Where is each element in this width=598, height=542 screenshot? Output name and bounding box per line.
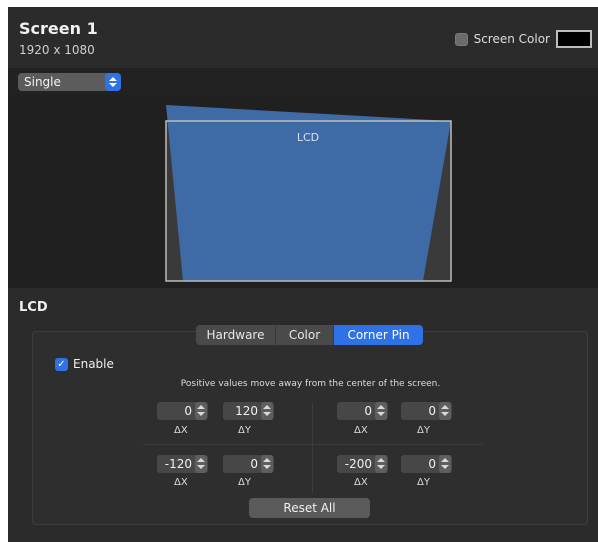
mode-strip: Single: [8, 68, 598, 95]
stepper-icon[interactable]: [195, 455, 207, 473]
screen-preview: LCD: [8, 95, 598, 288]
enable-label: Enable: [73, 357, 114, 371]
grid-divider-horizontal: [143, 444, 483, 445]
corner-pin-panel: [32, 331, 588, 525]
top-right-dx-label: ΔX: [354, 425, 368, 436]
bottom-right-dy-field[interactable]: 0: [401, 455, 452, 473]
bottom-right-dx-label: ΔX: [354, 477, 368, 488]
top-left-dy-label: ΔY: [238, 425, 251, 436]
tab-hardware[interactable]: Hardware: [196, 325, 276, 345]
up-down-chevron-icon: [105, 73, 121, 91]
top-right-dx-value: 0: [364, 404, 372, 418]
bottom-left-dy-field[interactable]: 0: [223, 455, 274, 473]
mode-select-value: Single: [24, 75, 61, 89]
mode-select[interactable]: Single: [18, 73, 121, 91]
lcd-label: LCD: [297, 131, 319, 144]
stepper-icon[interactable]: [439, 402, 451, 420]
reset-all-button[interactable]: Reset All: [249, 498, 370, 518]
top-right-dy-label: ΔY: [417, 425, 430, 436]
bottom-right-dx-field[interactable]: -200: [337, 455, 388, 473]
stepper-icon[interactable]: [439, 455, 451, 473]
top-left-dx-field[interactable]: 0: [157, 402, 208, 420]
bottom-left-dx-field[interactable]: -120: [157, 455, 208, 473]
stepper-icon[interactable]: [375, 402, 387, 420]
checkmark-icon: ✓: [55, 357, 68, 371]
bottom-right-dy-value: 0: [428, 457, 436, 471]
screen-color-control: Screen Color: [454, 30, 592, 48]
enable-checkbox[interactable]: ✓ Enable: [55, 357, 114, 371]
stepper-icon[interactable]: [261, 402, 273, 420]
screen-color-swatch[interactable]: [556, 30, 592, 48]
bottom-left-dx-value: -120: [164, 457, 192, 471]
top-right-dy-value: 0: [428, 404, 436, 418]
top-left-dy-value: 120: [235, 404, 258, 418]
tab-corner-pin[interactable]: Corner Pin: [334, 325, 423, 345]
screen-color-checkbox[interactable]: [454, 32, 468, 46]
top-right-dx-field[interactable]: 0: [337, 402, 388, 420]
bottom-left-dy-value: 0: [250, 457, 258, 471]
bottom-right-dx-value: -200: [344, 457, 372, 471]
screen-color-label: Screen Color: [473, 32, 550, 46]
grid-divider-vertical: [312, 403, 313, 493]
top-right-dy-field[interactable]: 0: [401, 402, 452, 420]
bottom-left-dx-label: ΔX: [174, 477, 188, 488]
bottom-left-dy-label: ΔY: [238, 477, 251, 488]
preview-canvas: LCD: [165, 105, 452, 282]
screen-settings-window: Screen 1 1920 x 1080 Screen Color Single…: [8, 7, 598, 542]
tab-group: Hardware Color Corner Pin: [196, 325, 423, 345]
stepper-icon[interactable]: [261, 455, 273, 473]
section-title: LCD: [19, 300, 48, 315]
top-left-dx-label: ΔX: [174, 425, 188, 436]
screen-resolution: 1920 x 1080: [19, 43, 95, 57]
screen-title: Screen 1: [19, 19, 98, 38]
tab-color[interactable]: Color: [276, 325, 334, 345]
stepper-icon[interactable]: [375, 455, 387, 473]
bottom-right-dy-label: ΔY: [417, 477, 430, 488]
help-note: Positive values move away from the cente…: [180, 379, 441, 389]
top-left-dy-field[interactable]: 120: [223, 402, 274, 420]
top-left-dx-value: 0: [184, 404, 192, 418]
stepper-icon[interactable]: [195, 402, 207, 420]
